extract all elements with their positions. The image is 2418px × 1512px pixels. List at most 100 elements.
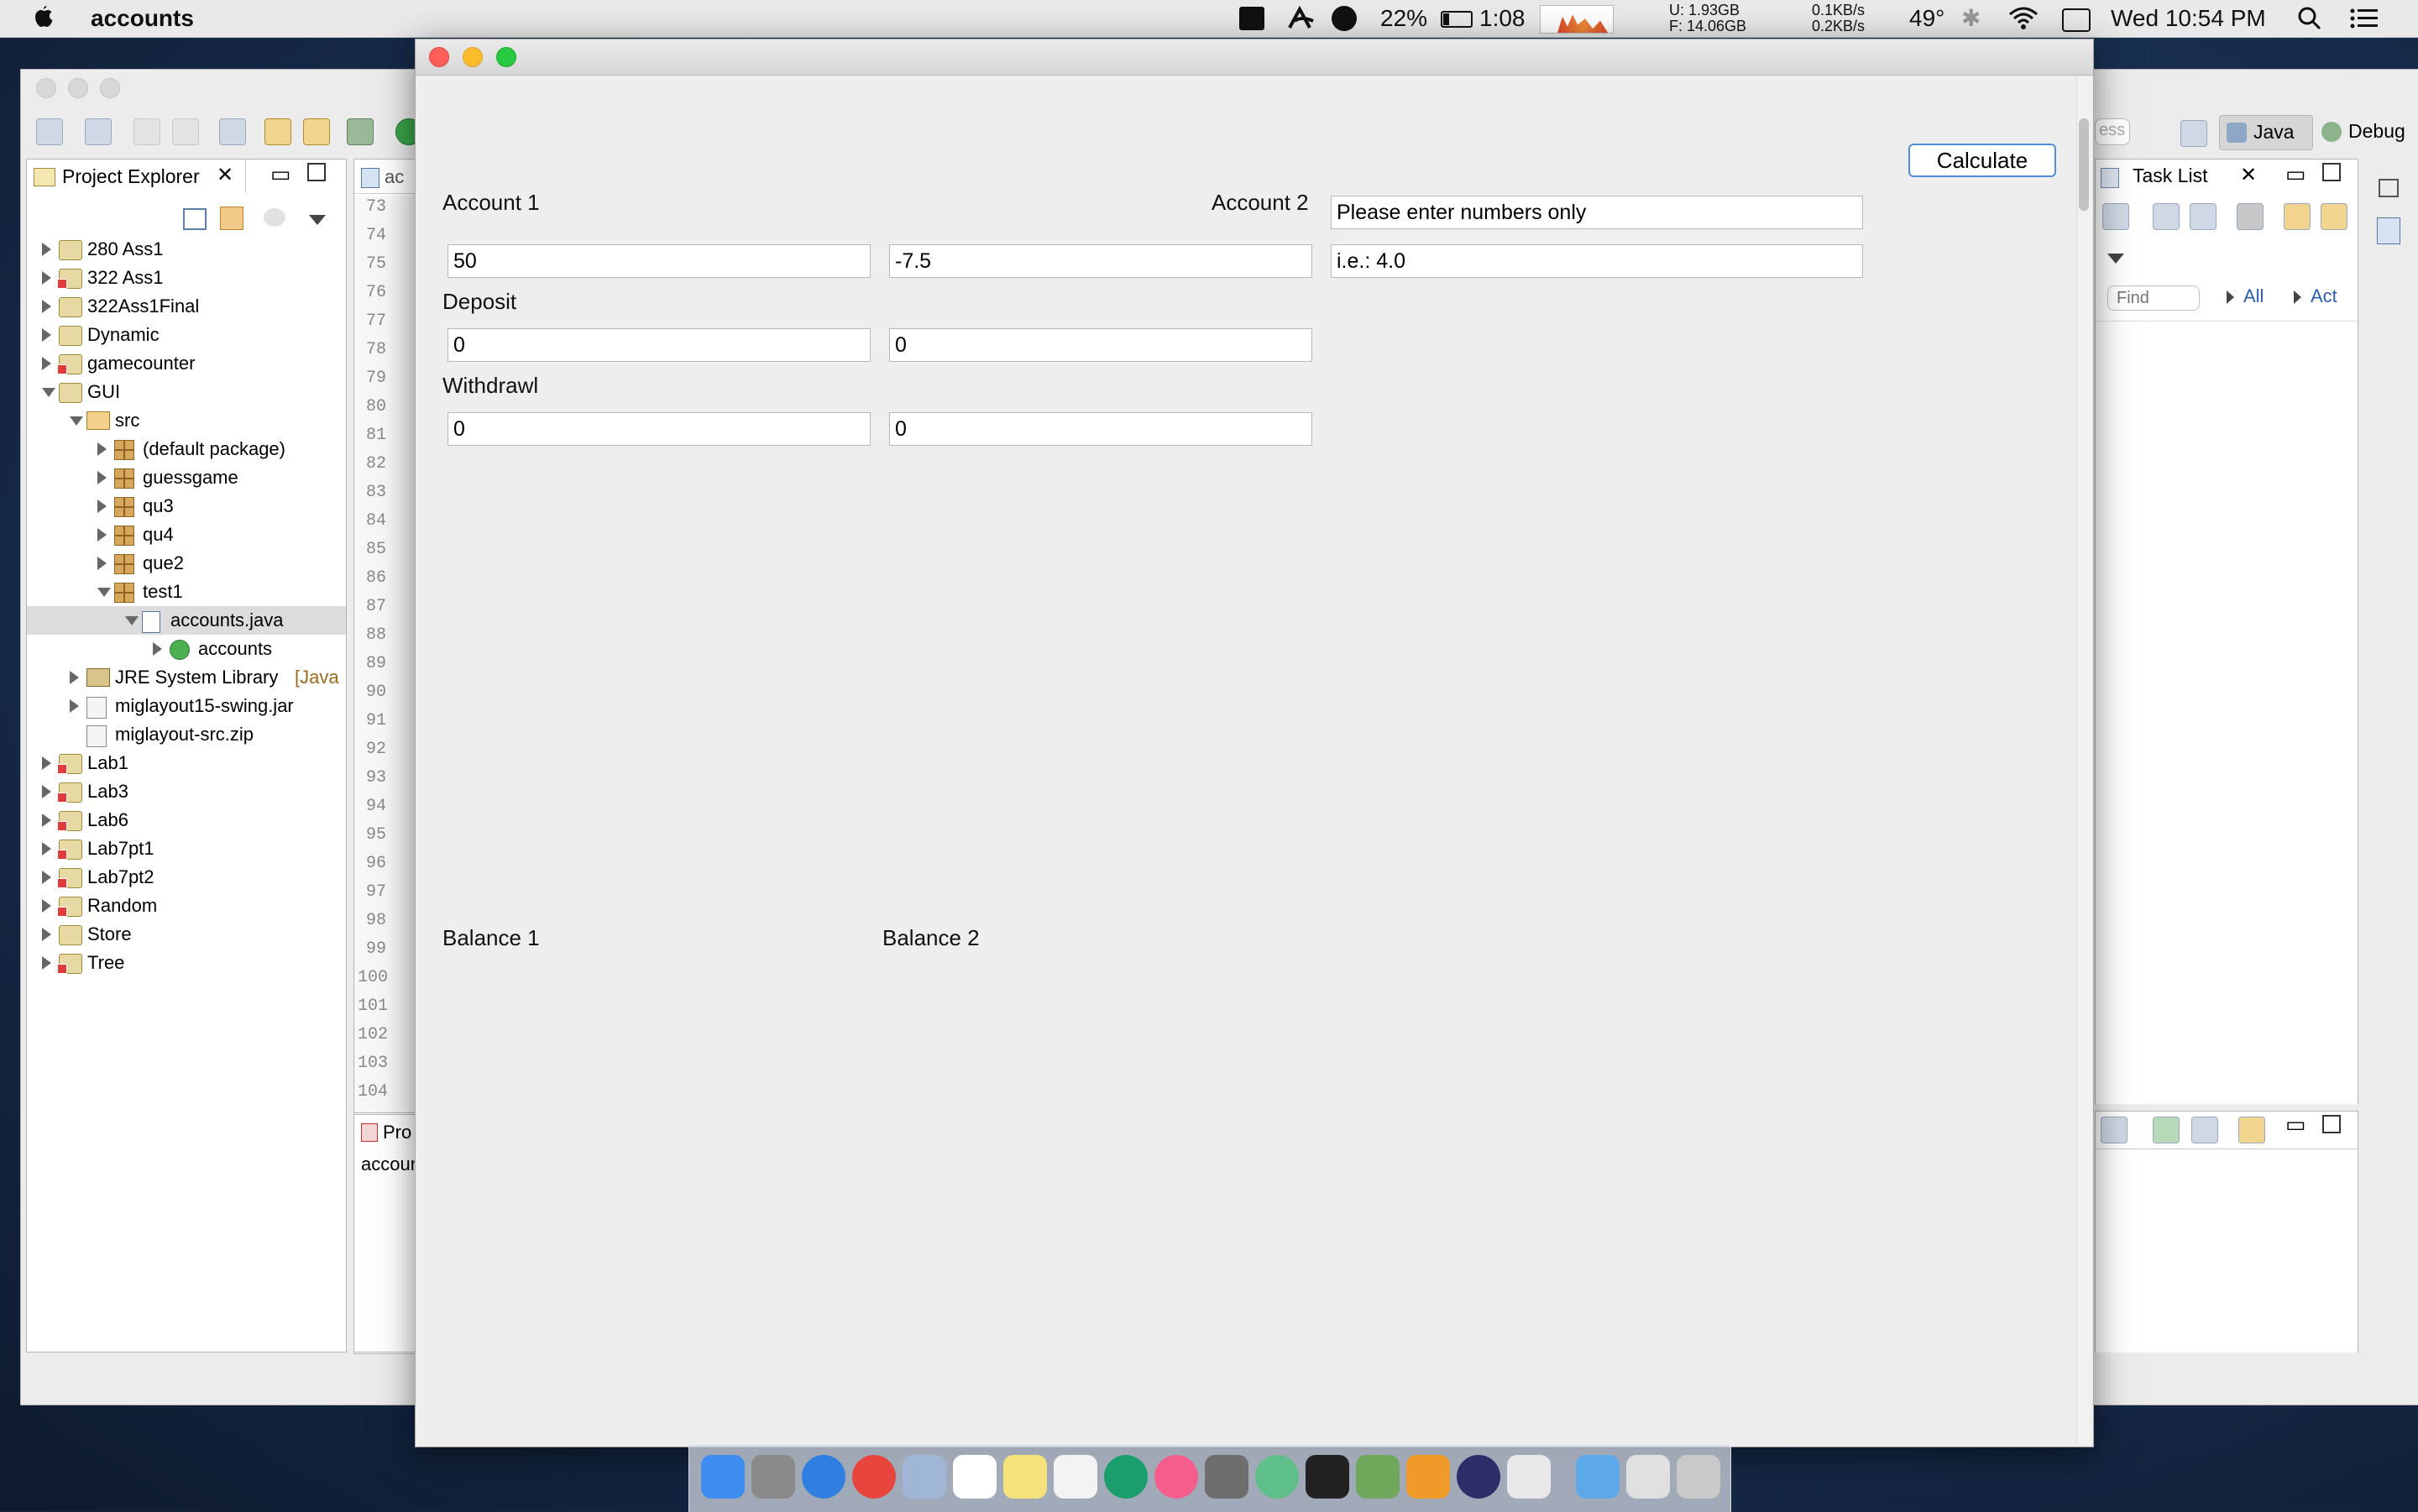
new-icon[interactable] [36,118,63,145]
preview-icon[interactable] [903,1455,946,1499]
tree-item[interactable]: Lab7pt2 [27,863,346,892]
save-all-icon[interactable] [172,118,199,145]
task-view-menu-icon[interactable] [2107,254,2124,264]
wifi-icon[interactable] [2007,0,2040,37]
tree-item[interactable]: test1 [27,578,346,606]
tree-item[interactable]: miglayout-src.zip [27,720,346,749]
tree-item[interactable]: Store [27,920,346,949]
collapse-all-icon[interactable] [183,208,207,230]
close-tab-icon[interactable]: ✕ [217,163,233,187]
debug-icon[interactable] [347,118,374,145]
withdrawl2-input[interactable] [889,412,1312,446]
quick-access-field[interactable]: ess [2095,118,2130,145]
tree-item[interactable]: accounts.java [27,606,346,635]
open-perspective-icon[interactable] [2180,120,2207,147]
eclipse-minimize-button[interactable] [68,78,88,98]
reminders-icon[interactable] [1054,1455,1097,1499]
deposit2-input[interactable] [889,328,1312,362]
debug-perspective-button[interactable]: Debug [2316,115,2415,149]
finder-icon[interactable] [701,1455,745,1499]
safari-icon[interactable] [802,1455,845,1499]
launchpad-icon[interactable] [751,1455,795,1499]
tree-item[interactable]: 322 Ass1 [27,264,346,292]
tree-item[interactable]: Lab7pt1 [27,834,346,863]
task-find-input[interactable] [2107,285,2200,311]
eclipse-close-button[interactable] [36,78,56,98]
categorized-icon[interactable] [2153,203,2180,230]
collapsed-arrow-icon[interactable] [42,756,51,770]
tree-item[interactable]: que2 [27,549,346,578]
scrollbar-thumb[interactable] [2079,118,2089,211]
all-filter-link[interactable]: All [2243,285,2264,307]
collapsed-arrow-icon[interactable] [153,642,162,656]
collapsed-arrow-icon[interactable] [42,300,51,313]
collapsed-arrow-icon[interactable] [97,557,107,570]
scheduled-icon[interactable] [2190,203,2216,230]
spotlight-search-icon[interactable] [2297,0,2322,37]
close-task-list-icon[interactable]: ✕ [2240,163,2257,187]
project-explorer-tab[interactable]: Project Explorer ✕ [27,160,246,193]
open-type-icon[interactable] [264,118,291,145]
collapsed-arrow-icon[interactable] [97,500,107,513]
tree-item[interactable]: accounts [27,635,346,663]
trash-icon[interactable] [1677,1455,1720,1499]
notes-icon[interactable] [1003,1455,1047,1499]
collapsed-arrow-icon[interactable] [42,842,51,855]
tree-item[interactable]: qu4 [27,521,346,549]
problems-tab[interactable]: Pro [354,1115,421,1148]
tree-item[interactable]: Tree [27,949,346,977]
minimize-window-button[interactable] [463,47,483,67]
tree-item[interactable]: qu3 [27,492,346,521]
activate-link[interactable]: Act [2311,285,2337,307]
vertical-scrollbar[interactable] [2076,76,2091,1445]
tree-item[interactable]: Dynamic [27,321,346,349]
minimize-task-list-icon[interactable]: ▭ [2285,161,2306,187]
view-menu-icon[interactable] [309,215,326,225]
java-icon[interactable] [1507,1455,1551,1499]
editor-tab[interactable]: ac [354,160,421,194]
account1-input[interactable] [447,244,871,278]
eclipse-zoom-button[interactable] [100,78,120,98]
maximize-view-icon[interactable] [307,163,326,181]
hint-text-field[interactable] [1331,196,1863,229]
tree-item[interactable]: JRE System Library [Java [27,663,346,692]
skip-breakpoints-icon[interactable] [219,118,246,145]
tree-item[interactable]: Lab6 [27,806,346,834]
collapsed-arrow-icon[interactable] [42,785,51,798]
focus-icon[interactable] [2237,203,2264,230]
dashlane-menu-icon[interactable] [1332,0,1357,37]
tree-item[interactable]: GUI [27,378,346,406]
android-studio-icon[interactable] [1356,1455,1400,1499]
tree-item[interactable]: guessgame [27,463,346,492]
open-task-icon[interactable] [303,118,330,145]
new-task-icon[interactable] [2102,203,2129,230]
minimize-view-icon[interactable]: ▭ [270,161,291,187]
tree-item[interactable]: src [27,406,346,435]
view-icon-1[interactable] [2101,1117,2128,1143]
collapsed-arrow-icon[interactable] [42,871,51,884]
filter-icon[interactable] [264,208,285,227]
notification-center-icon[interactable] [2349,0,2379,37]
collapsed-arrow-icon[interactable] [42,899,51,913]
link-icon[interactable] [2321,203,2347,230]
atom-icon[interactable] [1255,1455,1299,1499]
eclipse-icon[interactable] [1457,1455,1500,1499]
app-title-bar[interactable] [416,39,2093,76]
calculate-button[interactable]: Calculate [1908,144,2056,177]
maximize-bottom-icon[interactable] [2322,1115,2341,1133]
documents-icon[interactable] [1626,1455,1670,1499]
app-name-menu[interactable]: accounts [91,0,194,37]
tree-item[interactable]: 280 Ass1 [27,235,346,264]
bluetooth-icon[interactable]: ✱ [1961,0,1981,37]
collapsed-arrow-icon[interactable] [42,328,51,342]
istat-menu-icon[interactable] [1239,0,1264,37]
deposit1-input[interactable] [447,328,871,362]
withdrawl1-input[interactable] [447,412,871,446]
collapsed-arrow-icon[interactable] [70,671,79,684]
save-icon[interactable] [133,118,160,145]
clock[interactable]: Wed 10:54 PM [2111,0,2266,37]
system-preferences-icon[interactable] [1205,1455,1248,1499]
collapsed-arrow-icon[interactable] [70,699,79,713]
collapsed-arrow-icon[interactable] [42,956,51,970]
restore-icon[interactable] [2379,179,2399,197]
